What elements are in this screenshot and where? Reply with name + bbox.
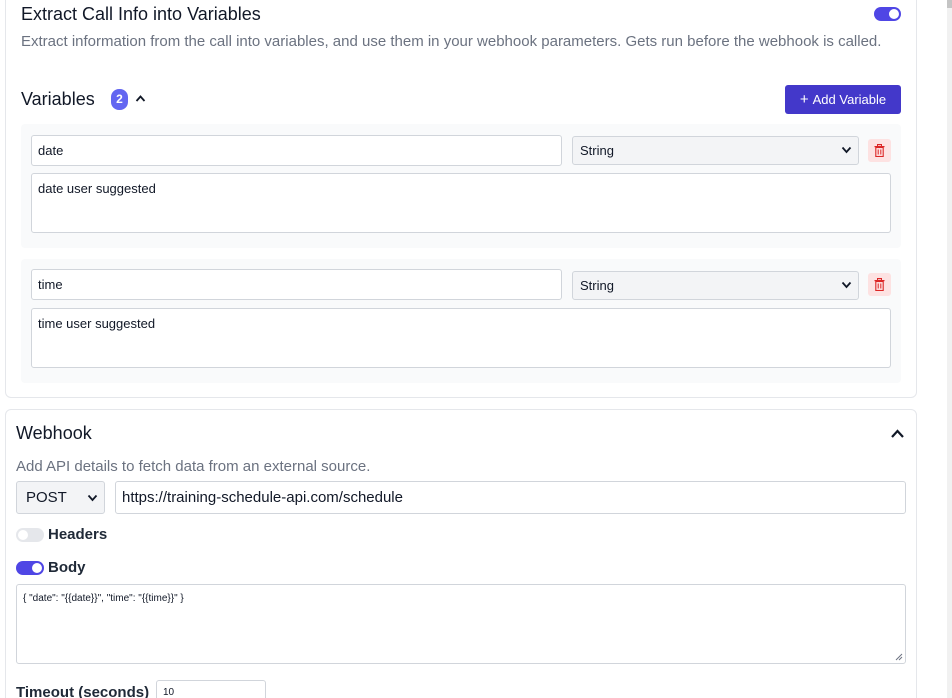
variable-type-select[interactable]: String — [572, 271, 859, 300]
headers-label: Headers — [48, 526, 108, 543]
variable-description-textarea[interactable]: date user suggested — [31, 173, 891, 233]
plus-icon: + — [799, 91, 809, 108]
variable-type-value: String — [580, 278, 614, 293]
webhook-url-input[interactable]: https://training-schedule-api.com/schedu… — [115, 481, 906, 514]
timeout-input[interactable]: 10 — [156, 680, 266, 698]
webhook-description: Add API details to fetch data from an ex… — [16, 458, 371, 475]
http-method-select[interactable]: POST — [16, 481, 105, 514]
chevron-down-icon — [841, 146, 852, 154]
webhook-body-text: { "date": "{{date}}", "time": "{{time}}"… — [23, 593, 184, 604]
webhook-collapse-chevron-up-icon[interactable] — [890, 428, 905, 439]
body-toggle[interactable] — [16, 561, 44, 575]
scrollbar-thumb[interactable] — [947, 0, 952, 8]
add-variable-button[interactable]: + Add Variable — [785, 85, 901, 114]
delete-variable-button[interactable] — [868, 139, 891, 162]
scrollbar-track[interactable] — [947, 0, 952, 698]
page: Extract Call Info into Variables Extract… — [0, 0, 952, 698]
toggle-knob — [889, 9, 899, 19]
toggle-knob — [32, 563, 42, 573]
variable-description-textarea[interactable]: time user suggested — [31, 308, 891, 368]
trash-icon — [874, 278, 885, 291]
body-label: Body — [48, 559, 86, 576]
headers-toggle[interactable] — [16, 528, 44, 542]
scrollbar[interactable] — [917, 0, 952, 698]
variables-title: Variables — [21, 89, 95, 109]
toggle-knob — [18, 530, 28, 540]
variables-collapse-chevron-up-icon[interactable] — [135, 94, 146, 103]
chevron-down-icon — [841, 281, 852, 289]
extract-section-title: Extract Call Info into Variables — [21, 4, 261, 24]
variables-count-badge: 2 — [111, 89, 128, 110]
delete-variable-button[interactable] — [868, 273, 891, 296]
chevron-down-icon — [87, 494, 98, 502]
variable-type-select[interactable]: String — [572, 136, 859, 165]
trash-icon — [874, 144, 885, 157]
add-variable-label: Add Variable — [812, 92, 887, 107]
variable-name-input[interactable]: date — [31, 135, 562, 166]
variable-name-input[interactable]: time — [31, 269, 562, 300]
resize-grip-icon[interactable] — [895, 653, 903, 661]
timeout-label: Timeout (seconds) — [16, 684, 150, 698]
extract-toggle[interactable] — [874, 7, 901, 21]
extract-description: Extract information from the call into v… — [21, 33, 882, 50]
http-method-value: POST — [26, 489, 67, 506]
webhook-title: Webhook — [16, 423, 92, 443]
webhook-body-textarea[interactable]: { "date": "{{date}}", "time": "{{time}}"… — [16, 584, 906, 664]
variable-type-value: String — [580, 143, 614, 158]
